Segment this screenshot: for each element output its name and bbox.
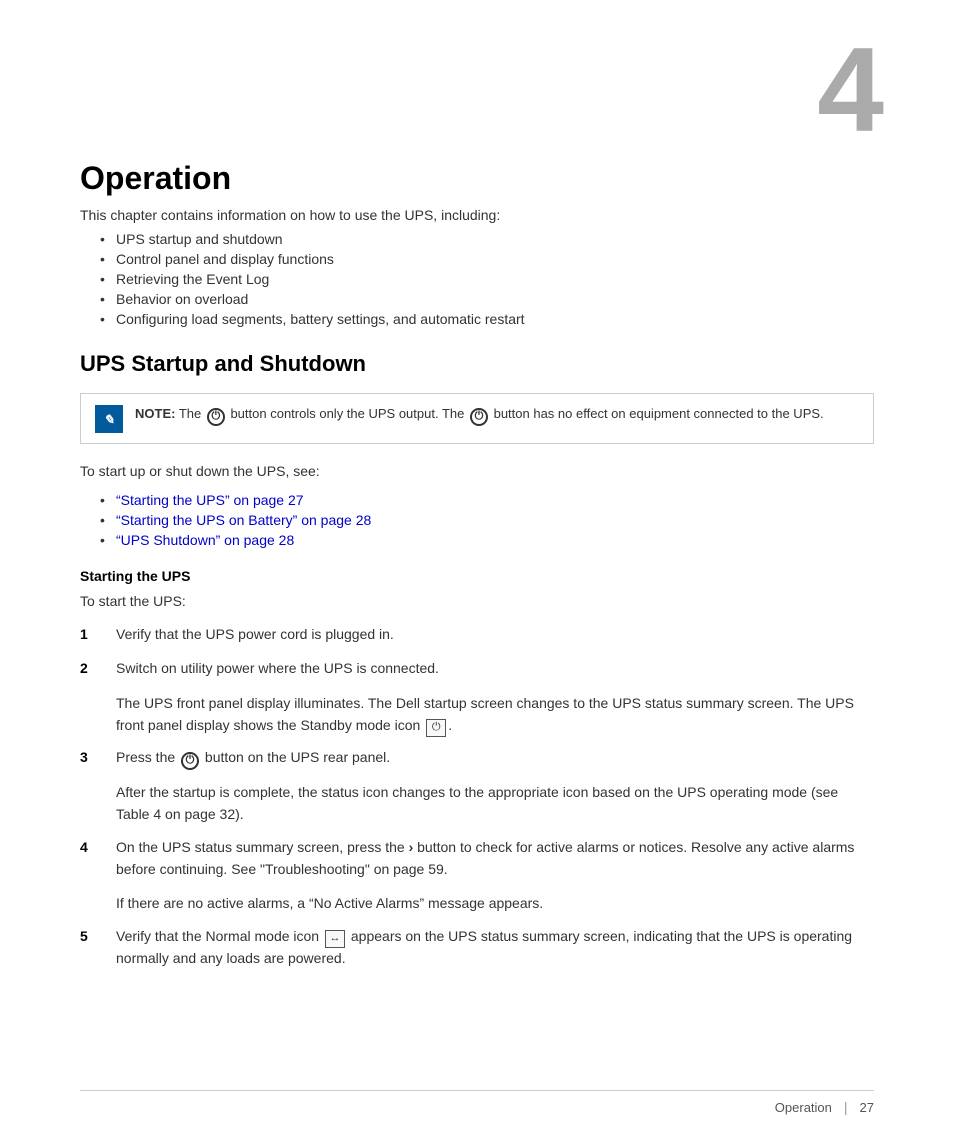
link-starting-battery: “Starting the UPS on Battery” on page 28: [116, 512, 371, 528]
intro-bullet-list: UPS startup and shutdown Control panel a…: [100, 231, 874, 327]
step-number-3: 3: [80, 746, 116, 768]
chapter-title: Operation: [80, 160, 874, 197]
step-content-5: Verify that the Normal mode icon ↔ appea…: [116, 925, 874, 970]
step-1: 1 Verify that the UPS power cord is plug…: [80, 623, 874, 645]
step-2-subtext: The UPS front panel display illuminates.…: [116, 692, 874, 737]
page-container: 4 Operation This chapter contains inform…: [0, 0, 954, 1145]
page-footer: Operation | 27: [80, 1090, 874, 1115]
see-list: “Starting the UPS” on page 27 “Starting …: [100, 492, 874, 548]
step-3: 3 Press the button on the UPS rear panel…: [80, 746, 874, 768]
link-shutdown: “UPS Shutdown” on page 28: [116, 532, 294, 548]
chapter-number: 4: [817, 30, 884, 150]
steps-list: 1 Verify that the UPS power cord is plug…: [80, 623, 874, 970]
footer-separator: |: [844, 1099, 848, 1115]
footer-page-number: 27: [860, 1100, 874, 1115]
section1-title: UPS Startup and Shutdown: [80, 351, 874, 377]
list-item: Behavior on overload: [100, 291, 874, 307]
step-number-2: 2: [80, 657, 116, 679]
note-icon: ✎: [95, 405, 123, 433]
footer-section-label: Operation: [775, 1100, 832, 1115]
step-number-1: 1: [80, 623, 116, 645]
step-content-2: Switch on utility power where the UPS is…: [116, 657, 874, 679]
step-number-4: 4: [80, 836, 116, 858]
intro-paragraph: This chapter contains information on how…: [80, 207, 874, 223]
power-icon-3: [181, 752, 199, 770]
step-number-5: 5: [80, 925, 116, 947]
step-content-3: Press the button on the UPS rear panel.: [116, 746, 874, 768]
power-icon-1: [207, 408, 225, 426]
list-item: “Starting the UPS” on page 27: [100, 492, 874, 508]
standby-icon: ⏻: [426, 719, 446, 737]
list-item: Retrieving the Event Log: [100, 271, 874, 287]
subsection1-intro: To start the UPS:: [80, 590, 874, 612]
list-item: “UPS Shutdown” on page 28: [100, 532, 874, 548]
list-item: Control panel and display functions: [100, 251, 874, 267]
step-content-4: On the UPS status summary screen, press …: [116, 836, 874, 881]
list-item: UPS startup and shutdown: [100, 231, 874, 247]
step-3-subtext: After the startup is complete, the statu…: [116, 781, 874, 826]
svg-text:✎: ✎: [104, 412, 115, 427]
note-box: ✎ NOTE: The button controls only the UPS…: [80, 393, 874, 444]
step-5: 5 Verify that the Normal mode icon ↔ app…: [80, 925, 874, 970]
step-2: 2 Switch on utility power where the UPS …: [80, 657, 874, 679]
step-4-subtext: If there are no active alarms, a “No Act…: [116, 892, 874, 914]
step-content-1: Verify that the UPS power cord is plugge…: [116, 623, 874, 645]
note-text: NOTE: The button controls only the UPS o…: [135, 404, 824, 424]
subsection1-title: Starting the UPS: [80, 568, 874, 584]
step-4: 4 On the UPS status summary screen, pres…: [80, 836, 874, 881]
link-starting-ups: “Starting the UPS” on page 27: [116, 492, 304, 508]
normal-mode-icon: ↔: [325, 930, 345, 948]
note-label: NOTE:: [135, 406, 175, 421]
list-item: Configuring load segments, battery setti…: [100, 311, 874, 327]
list-item: “Starting the UPS on Battery” on page 28: [100, 512, 874, 528]
see-text: To start up or shut down the UPS, see:: [80, 460, 874, 482]
power-icon-2: [470, 408, 488, 426]
